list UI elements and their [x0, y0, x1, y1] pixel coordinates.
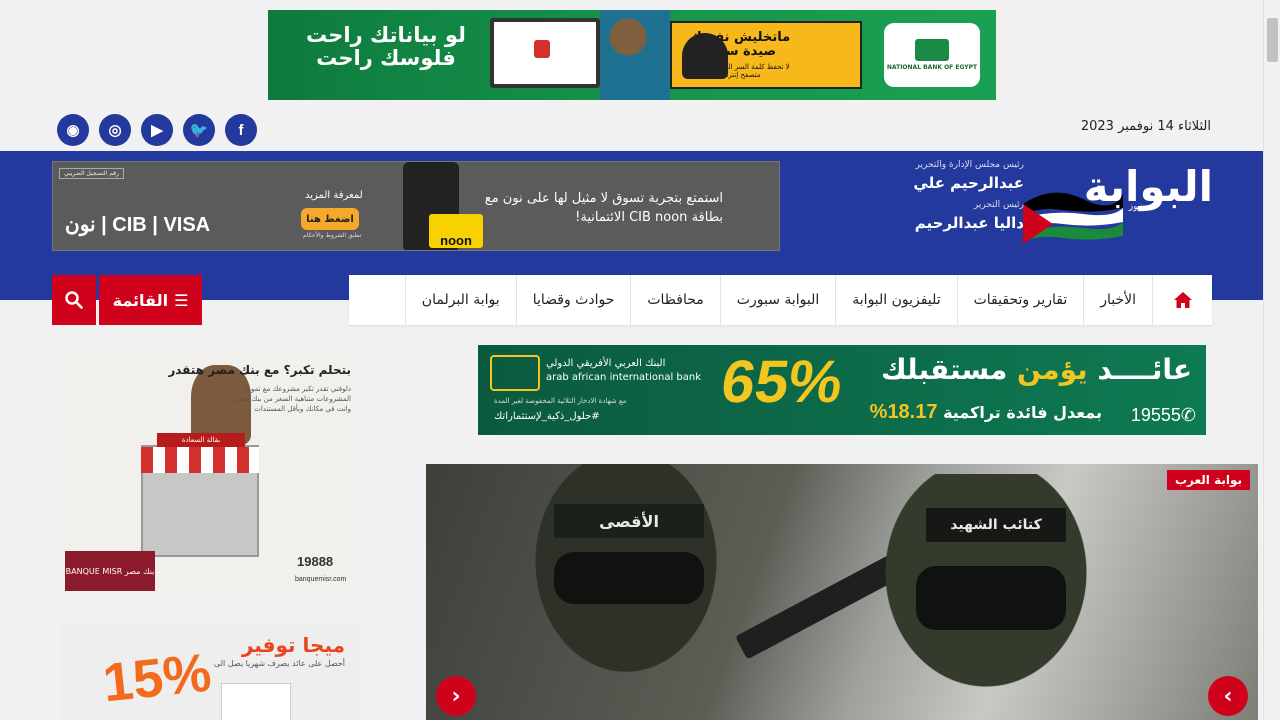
registration-label: رقم التسجيل الضريبي — [59, 168, 124, 179]
nav-item-reports[interactable]: تقارير وتحقيقات — [956, 275, 1084, 325]
ad-title: بتحلم تكبر؟ مع بنك مصر هتقدر — [168, 363, 351, 377]
ad-percent: 15% — [100, 642, 214, 714]
ad-tagline: #حلول_ذكية_لإستثماراتك — [494, 411, 600, 422]
headband-text: كتائب الشهيد — [926, 508, 1066, 542]
headline-part2: مستقبلك — [880, 353, 1008, 386]
face-mask — [916, 566, 1066, 630]
nbe-logo-icon — [915, 39, 949, 61]
editor-name: داليا عبدالرحيم — [914, 214, 1024, 232]
ad-more-label: لمعرفة المزيد — [305, 190, 363, 201]
nbe-logo-box: NATIONAL BANK OF EGYPT — [884, 23, 980, 87]
editor-block: رئيس مجلس الإدارة والتحرير عبدالرحيم علي… — [864, 160, 1024, 240]
ad-subtitle: أحصل على عائد يصرف شهريا يصل الى — [213, 659, 345, 668]
ad-message: استمتع بتجربة تسوق لا مثيل لها على نون م… — [484, 191, 723, 225]
lock-icon — [534, 40, 550, 58]
shop-sign: بقالة السعادة — [157, 433, 245, 447]
nav-item-news[interactable]: الأخبار — [1083, 275, 1152, 325]
hacker-icon — [682, 33, 728, 79]
category-badge[interactable]: بوابة العرب — [1166, 470, 1250, 490]
bank-card-image — [221, 683, 291, 720]
twitter-icon[interactable]: 🐦 — [183, 114, 215, 146]
cib-noon-ad[interactable]: رقم التسجيل الضريبي CIB | VISA | نون لمع… — [52, 161, 780, 251]
menu-button[interactable]: ☰ القائمة — [99, 275, 202, 325]
ad-subtitle: دلوقتي تقدر تكبر مشروعك مع تمويل المشروع… — [235, 385, 351, 413]
mega-savings-ad[interactable]: ميجا توفير أحصل على عائد يصرف شهريا يصل … — [61, 625, 361, 720]
top-banner-ad[interactable]: NATIONAL BANK OF EGYPT ماتخليش نفسك صيدة… — [268, 10, 996, 100]
face-mask — [554, 552, 704, 604]
bank-name-ar: البنك العربي الأفريقي الدولي — [546, 358, 666, 369]
ad-terms: تطبق الشروط والأحكام — [303, 232, 362, 239]
aaib-ad[interactable]: عائــــد يؤمن مستقبلك ✆19555 بمعدل فائدة… — [478, 345, 1206, 435]
instagram-icon[interactable]: ◎ — [99, 114, 131, 146]
phone-icon: ✆ — [1180, 405, 1196, 425]
rate-line: بمعدل فائدة تراكمية 18.17% — [870, 401, 1102, 424]
shop-illustration: بقالة السعادة — [141, 433, 259, 557]
ad-hotline: 19888 — [297, 554, 334, 569]
aaib-logo-icon — [490, 355, 540, 391]
warning-card: ماتخليش نفسك صيدة سهلة لا تحفظ كلمة السر… — [670, 21, 862, 89]
headband-text: الأقصى — [554, 504, 704, 538]
chairman-name: عبدالرحيم علي — [913, 174, 1024, 192]
slider-next-button[interactable]: › — [1208, 676, 1248, 716]
ad-slogan: لو بياناتك راحت فلوسك راحت — [306, 23, 466, 71]
ad-headline: عائــــد يؤمن مستقبلك — [881, 353, 1192, 386]
youtube-icon[interactable]: ▶ — [141, 114, 173, 146]
home-icon[interactable] — [1152, 275, 1212, 325]
ad-brands: CIB | VISA | نون — [65, 214, 211, 236]
logo-sub: نيوز — [1128, 202, 1143, 212]
page-scrollbar[interactable] — [1263, 0, 1280, 720]
social-links: ◉ ◎ ▶ 🐦 f — [57, 114, 257, 146]
headline-part1: عائــــد — [1097, 353, 1192, 386]
facebook-icon[interactable]: f — [225, 114, 257, 146]
main-nav: الأخبار تقارير وتحقيقات تليفزيون البوابة… — [349, 275, 1212, 325]
rss-icon[interactable]: ◉ — [57, 114, 89, 146]
certificate-text: مع شهادة الادخار الثلاثية المخفوضة لغير … — [494, 397, 627, 405]
ad-hotline: ✆19555 — [1131, 405, 1196, 426]
nav-item-accidents[interactable]: حوادث وقضايا — [515, 275, 631, 325]
nav-item-governorates[interactable]: محافظات — [630, 275, 719, 325]
ad-cta-button[interactable]: اضغط هنا — [301, 208, 359, 230]
search-icon — [65, 291, 83, 309]
bank-name: البنك العربي الأفريقي الدولي arab africa… — [546, 357, 701, 384]
ad-url: banquemisr.com — [295, 576, 347, 583]
logo-text: البوابة — [1083, 162, 1213, 211]
menu-label: القائمة — [112, 290, 169, 310]
scrollbar-thumb[interactable] — [1267, 18, 1278, 62]
rate-text: بمعدل فائدة تراكمية — [943, 403, 1102, 422]
search-button[interactable] — [52, 275, 96, 325]
big-percent: 65% — [717, 348, 847, 415]
menu-icon: ☰ — [174, 290, 189, 310]
nav-item-tv[interactable]: تليفزيون البوابة — [835, 275, 956, 325]
editor-role: رئيس التحرير — [973, 200, 1024, 210]
chairman-role: رئيس مجلس الإدارة والتحرير — [915, 160, 1024, 170]
bank-name-en: arab african international bank — [546, 371, 702, 383]
ad-person-image — [600, 10, 670, 100]
fighter-figure: كتائب الشهيد — [856, 474, 1116, 720]
fighter-figure: الأقصى — [496, 464, 756, 720]
site-logo[interactable]: البوابة نيوز — [1023, 162, 1213, 244]
rate-value: 18.17% — [869, 401, 938, 423]
nav-item-parliament[interactable]: بوابة البرلمان — [404, 275, 516, 325]
ad-hotline-number: 19555 — [1130, 405, 1181, 425]
nbe-name: NATIONAL BANK OF EGYPT — [886, 64, 978, 71]
featured-slider[interactable]: الأقصى كتائب الشهيد بوابة العرب ‹ › — [426, 464, 1258, 720]
ad-title: ميجا توفير — [241, 633, 345, 657]
shop-awning — [141, 447, 259, 473]
slider-prev-button[interactable]: ‹ — [436, 676, 476, 716]
current-date: الثلاثاء 14 نوفمبر 2023 — [1080, 119, 1211, 134]
headline-highlight: يؤمن — [1017, 353, 1088, 386]
laptop-screen-image — [490, 18, 600, 88]
banque-misr-ad[interactable]: بتحلم تكبر؟ مع بنك مصر هتقدر دلوقتي تقدر… — [61, 345, 361, 595]
banque-misr-logo: بنك مصر BANQUE MISR — [65, 551, 155, 591]
nav-item-sport[interactable]: البوابة سبورت — [719, 275, 835, 325]
